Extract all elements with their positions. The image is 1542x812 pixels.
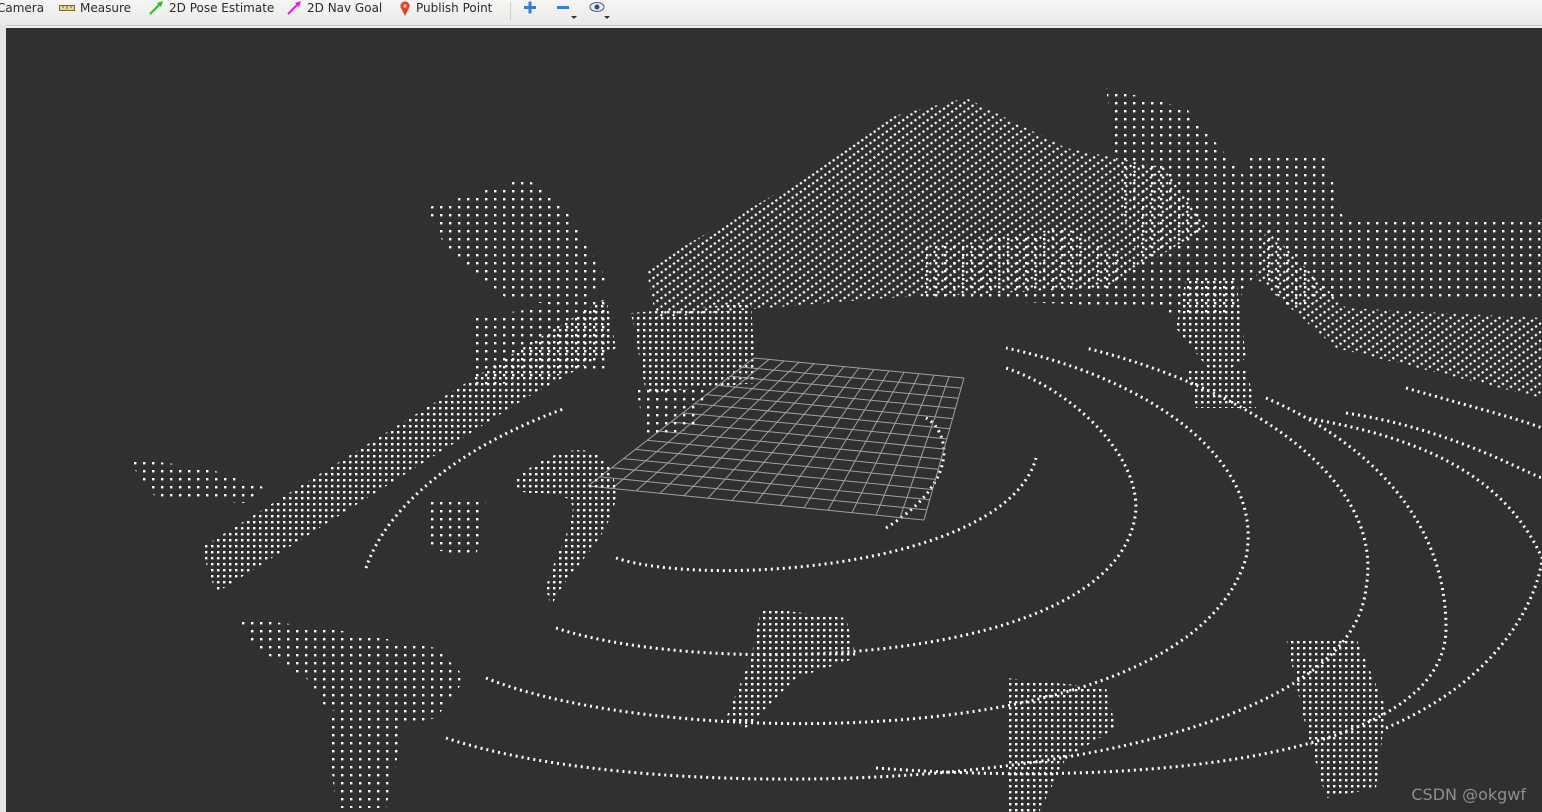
map-pin-icon: [400, 0, 410, 16]
ring-4: [445, 346, 1370, 781]
pose-estimate-label: 2D Pose Estimate: [169, 1, 275, 15]
pose-estimate-tool[interactable]: 2D Pose Estimate: [149, 0, 274, 16]
watermark-text: CSDN @okgwf: [1411, 785, 1526, 804]
grid-line: [611, 467, 930, 501]
plus-icon: [524, 1, 536, 14]
eye-icon: [589, 2, 610, 19]
3d-render-viewport[interactable]: CSDN @okgwf: [6, 28, 1542, 812]
measure-label: Measure: [80, 1, 131, 15]
grid-line: [923, 377, 965, 521]
bottom-post-right: [1286, 638, 1386, 798]
publish-point-label: Publish Point: [416, 1, 493, 15]
bottom-left-tail: [326, 718, 406, 808]
grid-edge-object: [636, 388, 706, 438]
grid-line: [779, 369, 875, 506]
building-left: [426, 178, 606, 308]
ruler-icon: [59, 5, 75, 11]
minus-icon: [557, 6, 577, 19]
view-toggle-button[interactable]: [588, 0, 614, 19]
near-arch-object: [516, 450, 616, 608]
remove-tool-button[interactable]: [555, 0, 581, 19]
nav-goal-tool[interactable]: 2D Nav Goal: [287, 0, 382, 16]
point-cloud-scene: [126, 88, 1542, 812]
left-fence: [471, 298, 606, 388]
grid-line: [587, 485, 925, 521]
left-bush: [426, 498, 486, 558]
center-bottom-post: [726, 608, 856, 728]
grid-line: [803, 370, 890, 509]
publish-point-tool[interactable]: Publish Point: [399, 0, 492, 16]
camera-tool[interactable]: Camera: [0, 0, 44, 16]
ring-near-grid: [885, 416, 946, 530]
bottom-post-center: [1006, 678, 1116, 812]
left-scatter: [126, 458, 266, 503]
green-arrow-icon: [149, 1, 163, 15]
grid-line: [599, 476, 927, 511]
grid-line: [659, 430, 942, 460]
camera-label: Camera: [0, 1, 45, 15]
rviz-toolbar: Camera Measure 2D Pose Estimate 2D Nav G…: [0, 0, 1542, 26]
center-block: [631, 303, 756, 393]
right-small-object: [1186, 368, 1256, 408]
toolbar-separator: [510, 2, 511, 20]
ring-right-far: [1345, 411, 1542, 480]
magenta-arrow-icon: [287, 1, 301, 15]
bottom-left-cluster: [236, 618, 466, 728]
nav-goal-label: 2D Nav Goal: [307, 1, 383, 15]
ring-right-far-2: [1405, 386, 1542, 430]
add-tool-button[interactable]: [521, 0, 547, 18]
measure-tool[interactable]: Measure: [59, 0, 131, 16]
right-pillar: [1176, 278, 1246, 378]
